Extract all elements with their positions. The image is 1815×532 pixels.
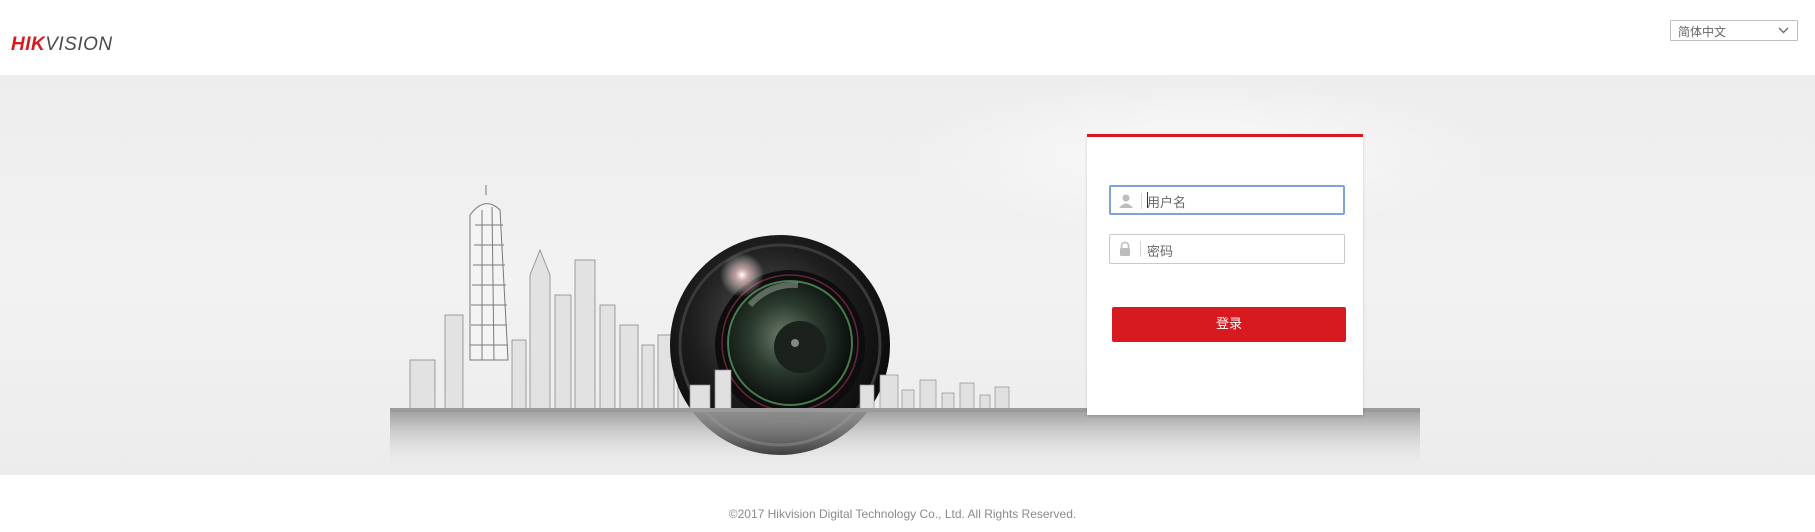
password-field[interactable]: 密码 bbox=[1109, 234, 1345, 264]
lock-icon bbox=[1120, 241, 1130, 256]
login-panel: 用户名 密码 登录 bbox=[1087, 134, 1363, 415]
copyright-text: ©2017 Hikvision Digital Technology Co., … bbox=[728, 507, 1077, 521]
login-banner: 用户名 密码 登录 bbox=[0, 75, 1815, 475]
username-input[interactable]: 用户名 bbox=[1147, 192, 1186, 211]
language-select[interactable]: 简体中文 bbox=[1670, 20, 1798, 41]
password-input[interactable]: 密码 bbox=[1147, 241, 1173, 260]
header: HIKVISION 简体中文 bbox=[0, 0, 1815, 75]
user-icon bbox=[1119, 194, 1133, 208]
login-button[interactable]: 登录 bbox=[1112, 307, 1346, 342]
logo-vision-text: VISION bbox=[45, 34, 113, 55]
logo-hik-text: HIK bbox=[11, 34, 46, 55]
username-field[interactable]: 用户名 bbox=[1109, 185, 1345, 215]
hikvision-logo: HIKVISION bbox=[11, 34, 113, 56]
language-select-value: 简体中文 bbox=[1678, 25, 1727, 39]
chevron-down-icon bbox=[1778, 27, 1789, 34]
